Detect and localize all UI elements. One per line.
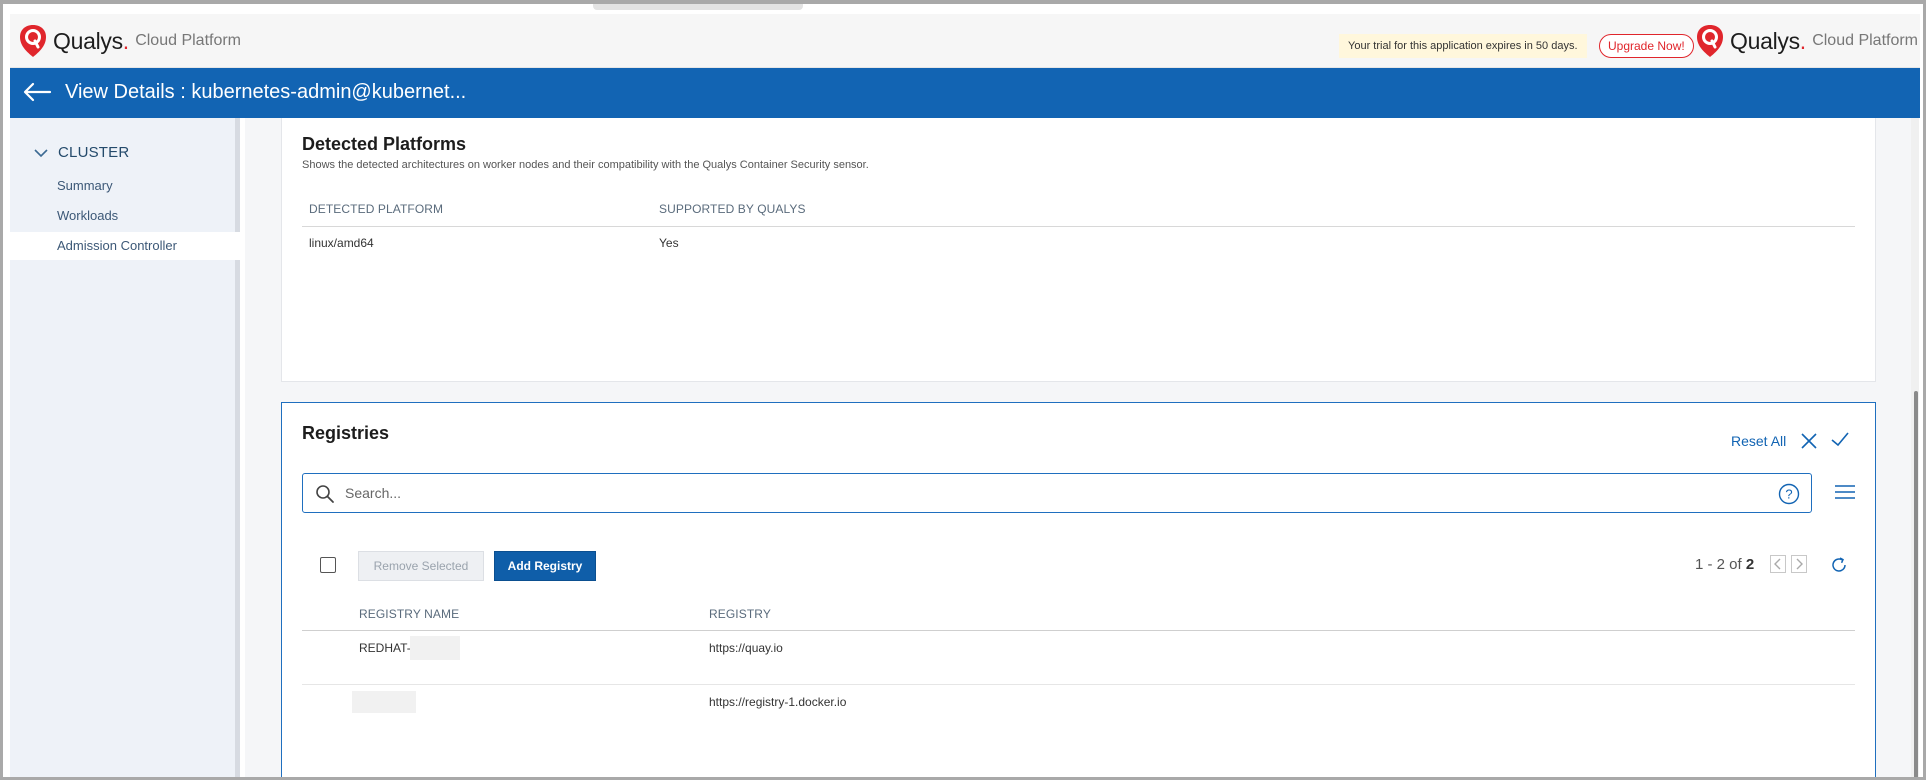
upgrade-button[interactable]: Upgrade Now! [1599,34,1694,58]
divider [302,226,1855,227]
column-header[interactable]: REGISTRY [709,607,771,621]
divider [302,630,1855,631]
table-cell: Yes [659,236,679,250]
redacted-text [410,636,460,660]
qualys-shield-icon [1697,25,1723,57]
menu-icon[interactable] [1834,483,1856,501]
registry-url-cell: https://registry-1.docker.io [709,695,847,709]
column-header[interactable]: DETECTED PLATFORM [309,202,443,216]
section-subtitle: Shows the detected architectures on work… [302,159,869,171]
window-tab-strip [593,4,803,10]
pager-total: 2 [1745,556,1755,573]
add-registry-button[interactable]: Add Registry [494,551,596,581]
section-title: Registries [302,423,390,443]
registries-card: Registries Reset All ? Remove Selected A… [281,402,1876,777]
check-icon[interactable] [1830,429,1850,449]
select-all-checkbox[interactable] [320,557,336,573]
remove-selected-button[interactable]: Remove Selected [358,551,484,581]
redacted-text [352,691,416,713]
sidebar-section-label: CLUSTER [58,144,130,161]
svg-text:?: ? [1785,487,1792,502]
section-title: Detected Platforms [302,134,467,154]
brand-name: Qualys [53,27,123,54]
pagination-label: 1 - 2 of 2 [1695,556,1754,573]
detected-platforms-card: Detected Platforms Shows the detected ar… [281,118,1876,382]
chevron-down-icon [34,148,48,157]
page-header: View Details : kubernetes-admin@kubernet… [10,68,1920,118]
reset-all-link[interactable]: Reset All [1731,433,1786,449]
page-title: View Details : kubernetes-admin@kubernet… [65,81,467,103]
table-cell: linux/amd64 [309,236,374,250]
qualys-shield-icon [20,25,46,57]
sidebar: CLUSTER Summary Workloads Admission Cont… [10,118,240,777]
chevron-right-icon [1796,558,1803,570]
prev-page-button[interactable] [1770,555,1786,573]
chevron-left-icon [1774,558,1781,570]
close-icon[interactable] [1799,431,1819,451]
search-box[interactable]: ? [302,473,1812,513]
sidebar-item-workloads[interactable]: Workloads [10,202,240,230]
qualys-logo[interactable]: Qualys. Cloud Platform [19,24,241,58]
registry-name-cell: REDHAT- [359,641,411,655]
brand-name: Qualys [1730,27,1800,54]
registry-url-cell: https://quay.io [709,641,783,655]
refresh-icon[interactable] [1829,555,1849,575]
next-page-button[interactable] [1791,555,1807,573]
top-bar: Qualys. Cloud Platform Your trial for th… [10,14,1920,68]
divider [302,684,1855,685]
pager-range: 1 - 2 of [1695,556,1742,573]
column-header[interactable]: REGISTRY NAME [359,607,459,621]
app-window: Qualys. Cloud Platform Your trial for th… [0,0,1926,780]
platform-name: Cloud Platform [1812,32,1919,49]
trial-notice: Your trial for this application expires … [1339,34,1587,58]
search-icon [316,485,334,503]
column-header[interactable]: SUPPORTED BY QUALYS [659,202,806,216]
scrollbar-thumb[interactable] [1914,391,1918,777]
sidebar-item-summary[interactable]: Summary [10,172,240,200]
qualys-logo-right[interactable]: Qualys. Cloud Platform [1696,24,1918,58]
platform-name: Cloud Platform [135,32,242,49]
sidebar-section-cluster[interactable]: CLUSTER [34,144,129,161]
sidebar-item-admission-controller[interactable]: Admission Controller [10,232,240,260]
back-arrow-icon[interactable] [22,80,52,104]
help-icon[interactable]: ? [1778,483,1800,505]
search-input[interactable] [345,483,1745,503]
